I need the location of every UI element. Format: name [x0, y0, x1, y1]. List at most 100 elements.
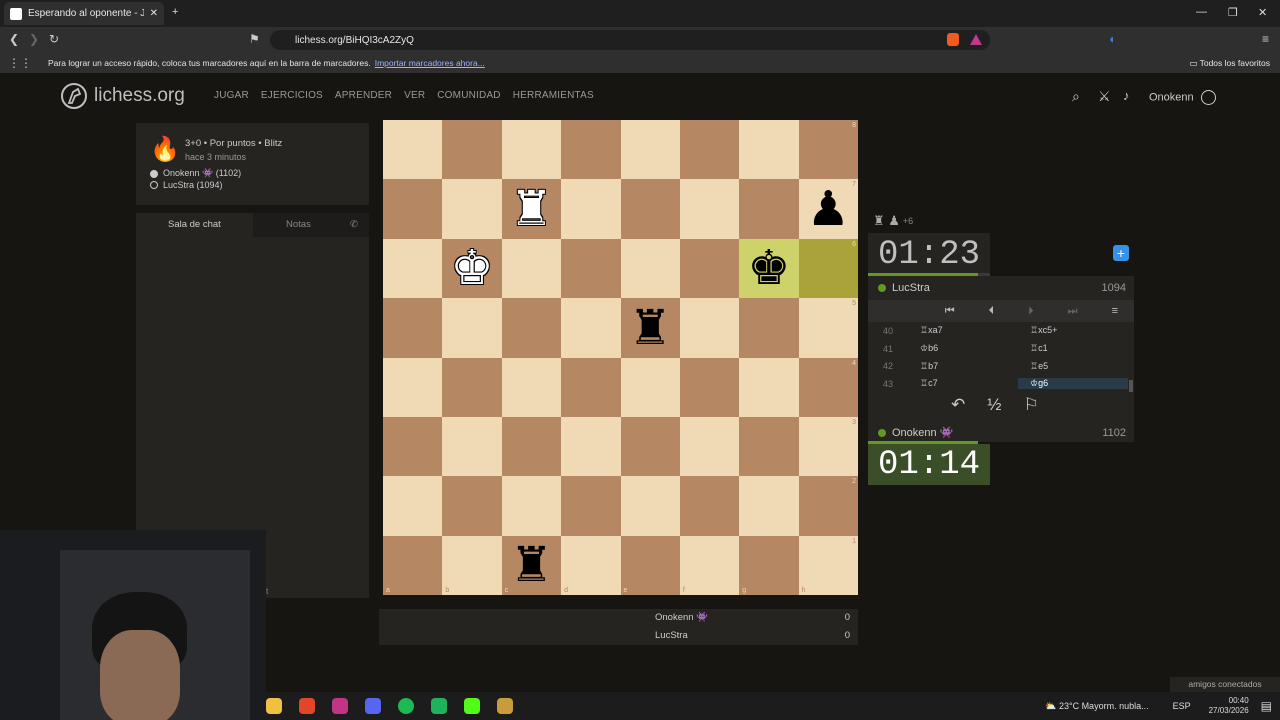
brave-rewards-icon[interactable]	[970, 34, 982, 45]
square-a7[interactable]	[383, 179, 443, 239]
menu-icon[interactable]: ≡	[1262, 33, 1269, 45]
square-h5[interactable]: 5	[798, 298, 858, 358]
square-e1[interactable]: e	[620, 535, 680, 595]
import-bookmarks-link[interactable]: Importar marcadores ahora...	[375, 58, 485, 68]
square-d2[interactable]	[561, 476, 621, 536]
square-b4[interactable]	[442, 357, 502, 417]
square-h2[interactable]: 2	[798, 476, 858, 536]
square-h1[interactable]: 1h	[798, 535, 858, 595]
system-clock[interactable]: 00:40 27/03/2026	[1209, 696, 1249, 716]
square-e4[interactable]	[620, 357, 680, 417]
notifications-bell-icon[interactable]: ♪	[1123, 89, 1130, 102]
square-e5[interactable]: ♜	[620, 298, 680, 358]
square-f3[interactable]	[679, 416, 740, 477]
close-window-button[interactable]: ✕	[1258, 6, 1267, 19]
forward-icon[interactable]: ❯	[29, 33, 39, 45]
square-h6[interactable]: 6	[798, 238, 858, 299]
square-g5[interactable]	[739, 298, 799, 358]
black-move[interactable]: ♖e5	[1018, 361, 1128, 372]
black-move[interactable]: ♖c1	[1018, 343, 1128, 354]
square-c2[interactable]	[501, 476, 562, 536]
notifications-icon[interactable]: ▤	[1261, 699, 1272, 713]
apps-grid-icon[interactable]: ⋮⋮	[8, 57, 32, 69]
square-e7[interactable]	[620, 179, 680, 239]
black-piece-e5[interactable]: ♜	[629, 304, 672, 352]
takeback-icon[interactable]: ↶	[951, 395, 965, 417]
resign-flag-icon[interactable]: ⚐	[1023, 395, 1038, 417]
player-black-line[interactable]: LucStra (1094)	[150, 180, 223, 190]
minimize-button[interactable]: —	[1196, 6, 1207, 18]
square-d8[interactable]	[561, 120, 621, 180]
tab-chat[interactable]: Sala de chat	[168, 219, 221, 230]
square-g8[interactable]	[739, 120, 799, 180]
black-move[interactable]: ♔g6	[1018, 378, 1128, 390]
player-white-line[interactable]: Onokenn 👾 (1102)	[150, 168, 241, 179]
square-b2[interactable]	[442, 476, 502, 536]
league-icon[interactable]	[497, 698, 513, 714]
reload-icon[interactable]: ↻	[49, 33, 59, 45]
square-a5[interactable]	[383, 298, 443, 358]
square-f4[interactable]	[679, 357, 740, 417]
maximize-button[interactable]: ❐	[1228, 6, 1238, 19]
square-e6[interactable]	[620, 238, 680, 299]
chess-board[interactable]: 8 ♜ ♟ 7 ♚ ♚ 6 ♜ 5 4 3 2 a b ♜ c d e f g 1 h	[383, 120, 858, 595]
back-icon[interactable]: ❮	[9, 33, 19, 45]
square-f1[interactable]: f	[679, 535, 740, 595]
brave-shield-icon[interactable]	[947, 33, 959, 46]
square-f5[interactable]	[679, 298, 740, 358]
square-a2[interactable]	[383, 476, 443, 536]
black-piece-g6[interactable]: ♚	[747, 244, 790, 292]
white-piece-b6[interactable]: ♚	[451, 244, 494, 292]
my-name[interactable]: Onokenn 👾	[892, 426, 953, 439]
square-f8[interactable]	[679, 120, 740, 180]
square-d4[interactable]	[561, 357, 621, 417]
voice-chat-icon[interactable]: ✆	[350, 219, 358, 230]
square-c5[interactable]	[501, 298, 562, 358]
url-field[interactable]: lichess.org/BiHQI3cA2ZyQ	[270, 30, 990, 50]
square-g6[interactable]: ♚	[739, 238, 799, 299]
square-e2[interactable]	[620, 476, 680, 536]
square-b3[interactable]	[442, 416, 502, 477]
square-c3[interactable]	[501, 416, 562, 477]
square-h7[interactable]: ♟ 7	[798, 179, 858, 239]
friends-online-button[interactable]: amigos conectados	[1170, 677, 1280, 692]
offer-draw-button[interactable]: ½	[987, 395, 1001, 417]
next-move-icon[interactable]: ⏵	[1028, 305, 1034, 318]
close-tab-icon[interactable]: ✕	[150, 8, 158, 19]
square-e8[interactable]	[620, 120, 680, 180]
nav-aprender[interactable]: APRENDER	[335, 90, 392, 101]
nav-jugar[interactable]: JUGAR	[214, 90, 249, 101]
brave-browser-icon[interactable]	[299, 698, 315, 714]
white-move[interactable]: ♖xa7	[908, 325, 1018, 336]
discord-icon[interactable]	[365, 698, 381, 714]
square-c7[interactable]: ♜	[501, 179, 562, 239]
square-a8[interactable]	[383, 120, 443, 180]
black-piece-h7[interactable]: ♟	[807, 185, 850, 233]
square-b8[interactable]	[442, 120, 502, 180]
square-c8[interactable]	[501, 120, 562, 180]
language-indicator[interactable]: ESP	[1173, 701, 1191, 711]
moves-menu-icon[interactable]: ≡	[1112, 305, 1118, 317]
move-list-scrollbar[interactable]	[1129, 380, 1133, 392]
black-move[interactable]: ♖xc5+	[1018, 325, 1128, 336]
square-h4[interactable]: 4	[798, 357, 858, 417]
square-d5[interactable]	[561, 298, 621, 358]
kick-icon[interactable]	[464, 698, 480, 714]
bookmark-icon[interactable]: ⚑	[249, 33, 260, 45]
square-g3[interactable]	[739, 416, 799, 477]
square-e3[interactable]	[620, 416, 680, 477]
square-b5[interactable]	[442, 298, 502, 358]
square-h3[interactable]: 3	[798, 416, 858, 477]
spotify-icon[interactable]	[398, 698, 414, 714]
all-favorites-button[interactable]: ▭ Todos los favoritos	[1189, 58, 1270, 69]
square-b6[interactable]: ♚	[442, 238, 502, 299]
android-app-icon[interactable]	[431, 698, 447, 714]
user-menu[interactable]: Onokenn	[1149, 90, 1216, 105]
square-a1[interactable]: a	[383, 535, 443, 595]
square-c4[interactable]	[501, 357, 562, 417]
nav-comunidad[interactable]: COMUNIDAD	[437, 90, 500, 101]
square-f6[interactable]	[679, 238, 740, 299]
square-c1[interactable]: ♜ c	[501, 535, 562, 595]
challenges-icon[interactable]: ⚔	[1098, 89, 1111, 103]
square-f7[interactable]	[679, 179, 740, 239]
